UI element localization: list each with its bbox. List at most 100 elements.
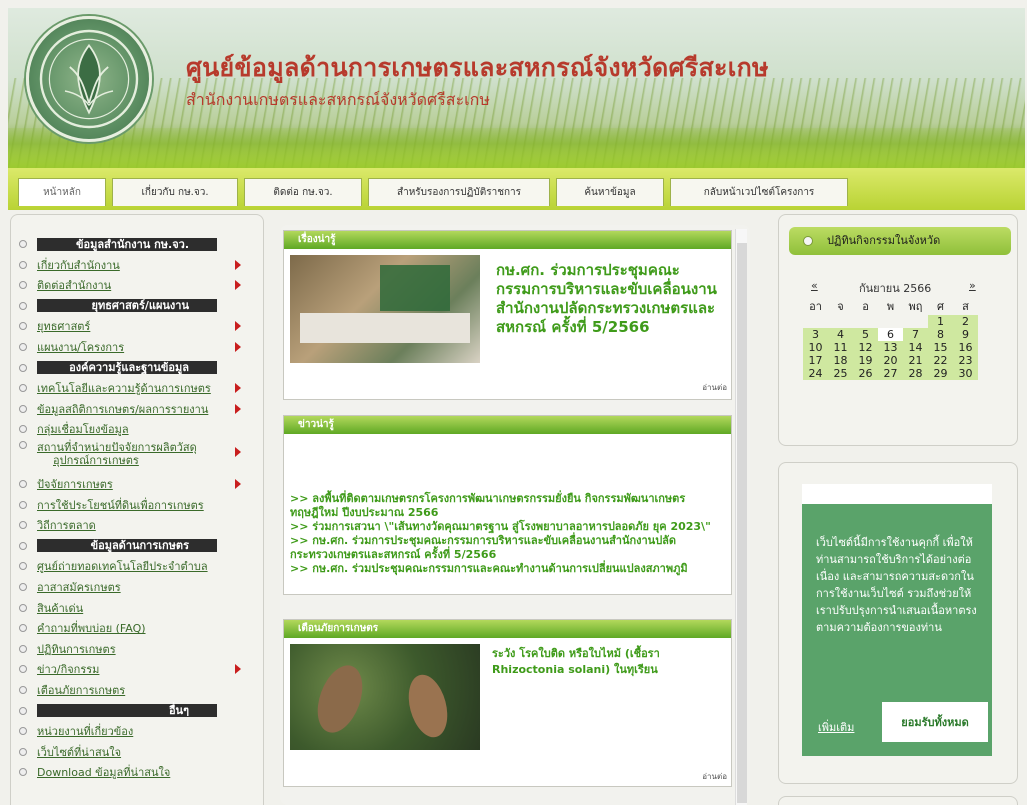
calendar-day[interactable]: 27 — [878, 367, 903, 380]
calendar-day[interactable]: 10 — [803, 341, 828, 354]
sidebar-item-label[interactable]: สถานที่จำหน่ายปัจจัยการผลิตวัสดุ — [37, 441, 197, 454]
calendar-day[interactable]: 5 — [853, 328, 878, 341]
calendar-day[interactable]: 26 — [853, 367, 878, 380]
arrow-right-icon[interactable] — [235, 403, 241, 414]
calendar-day[interactable]: 11 — [828, 341, 853, 354]
alert-readmore[interactable]: อ่านต่อ — [702, 770, 727, 783]
calendar-day[interactable]: 15 — [928, 341, 953, 354]
tab-about[interactable]: เกี่ยวกับ กษ.จว. — [112, 178, 238, 206]
sidebar-item-label[interactable]: ข้อมูลสถิติการเกษตร/ผลการรายงาน — [37, 400, 208, 418]
calendar-day[interactable]: 16 — [953, 341, 978, 354]
sidebar-item[interactable]: อาสาสมัครเกษตร — [19, 578, 259, 596]
alert-photo[interactable] — [290, 644, 480, 750]
arrow-right-icon[interactable] — [235, 342, 241, 352]
sidebar-item[interactable]: ปฏิทินการเกษตร — [19, 640, 259, 658]
hotnews-item[interactable]: >> กษ.ศก. ร่วมประชุมคณะกรรมการและคณะทำงา… — [290, 562, 688, 576]
calendar-day[interactable]: 20 — [878, 354, 903, 367]
sidebar-item-label[interactable]: ยุทธศาสตร์ — [37, 317, 90, 335]
sidebar-item[interactable]: ยุทธศาสตร์ — [19, 317, 259, 335]
sidebar-item-label[interactable]: อาสาสมัครเกษตร — [37, 578, 121, 596]
sidebar-item-label[interactable]: การใช้ประโยชน์ที่ดินเพื่อการเกษตร — [37, 496, 204, 514]
ministry-logo[interactable] — [26, 16, 152, 142]
content-scrollbar[interactable] — [735, 229, 747, 805]
arrow-right-icon[interactable] — [235, 447, 241, 457]
tab-operations[interactable]: สำหรับรองการปฏิบัติราชการ — [368, 178, 550, 206]
sidebar-item-label[interactable]: เกี่ยวกับสำนักงาน — [37, 256, 120, 274]
calendar-next-link[interactable]: » — [969, 279, 976, 292]
sidebar-item-label[interactable]: ปฏิทินการเกษตร — [37, 640, 116, 658]
sidebar-item[interactable]: วิถีการตลาด — [19, 516, 259, 534]
sidebar-item[interactable]: ข้อมูลสถิติการเกษตร/ผลการรายงาน — [19, 400, 259, 418]
sidebar-item-label[interactable]: กลุ่มเชื่อมโยงข้อมูล — [37, 420, 129, 438]
calendar-day[interactable]: 19 — [853, 354, 878, 367]
featured-readmore[interactable]: อ่านต่อ — [702, 381, 727, 394]
sidebar-item-label[interactable]: แผนงาน/โครงการ — [37, 338, 124, 356]
calendar-day[interactable]: 13 — [878, 341, 903, 354]
scrollbar-thumb[interactable] — [737, 243, 747, 803]
sidebar-item-label[interactable]: สินค้าเด่น — [37, 599, 83, 617]
sidebar-item[interactable]: เทคโนโลยีและความรู้ด้านการเกษตร — [19, 379, 259, 397]
tab-project-site[interactable]: กลับหน้าเวปไซต์โครงการ — [670, 178, 848, 206]
sidebar-item-label[interactable]: Download ข้อมูลที่น่าสนใจ — [37, 763, 170, 781]
sidebar-item-label[interactable]: เตือนภัยการเกษตร — [37, 681, 125, 699]
calendar-day[interactable]: 12 — [853, 341, 878, 354]
calendar-day[interactable]: 28 — [903, 367, 928, 380]
tab-contact[interactable]: ติดต่อ กษ.จว. — [244, 178, 362, 206]
calendar-day[interactable]: 21 — [903, 354, 928, 367]
arrow-right-icon[interactable] — [235, 479, 241, 489]
sidebar-item[interactable]: การใช้ประโยชน์ที่ดินเพื่อการเกษตร — [19, 496, 259, 514]
calendar-day[interactable]: 29 — [928, 367, 953, 380]
calendar-day[interactable]: 24 — [803, 367, 828, 380]
featured-photo[interactable] — [290, 255, 480, 363]
cookie-accept-button[interactable]: ยอมรับทั้งหมด — [882, 702, 988, 742]
calendar-day[interactable]: 3 — [803, 328, 828, 341]
sidebar-item[interactable]: ข่าว/กิจกรรม — [19, 660, 259, 678]
sidebar-item-label[interactable]: วิถีการตลาด — [37, 516, 96, 534]
calendar-day[interactable]: 4 — [828, 328, 853, 341]
calendar-day[interactable]: 8 — [928, 328, 953, 341]
hotnews-item[interactable]: >> ลงพื้นที่ติดตามเกษตรกรโครงการพัฒนาเกษ… — [290, 492, 685, 506]
sidebar-item[interactable]: แผนงาน/โครงการ — [19, 338, 259, 356]
sidebar-item-label[interactable]: ปัจจัยการเกษตร — [37, 475, 113, 493]
sidebar-item[interactable]: เกี่ยวกับสำนักงาน — [19, 256, 259, 274]
sidebar-item-label[interactable]: ข่าว/กิจกรรม — [37, 660, 99, 678]
sidebar-item[interactable]: คำถามที่พบบ่อย (FAQ) — [19, 619, 259, 637]
arrow-right-icon[interactable] — [235, 280, 241, 291]
tab-home[interactable]: หน้าหลัก — [18, 178, 106, 206]
sidebar-item[interactable]: ปัจจัยการเกษตร — [19, 475, 259, 493]
sidebar-item[interactable]: เตือนภัยการเกษตร — [19, 681, 259, 699]
calendar-day[interactable]: 17 — [803, 354, 828, 367]
cookie-more-link[interactable]: เพิ่มเติม — [818, 718, 854, 736]
calendar-day[interactable]: 22 — [928, 354, 953, 367]
hotnews-item[interactable]: ทฤษฎีใหม่ ปีงบประมาณ 2566 — [290, 506, 438, 520]
sidebar-item-label[interactable]: ติดต่อสำนักงาน — [37, 276, 111, 294]
sidebar-item-label[interactable]: ศูนย์ถ่ายทอดเทคโนโลยีประจำตำบล — [37, 557, 208, 575]
calendar-day[interactable]: 9 — [953, 328, 978, 341]
calendar-day[interactable]: 6 — [878, 328, 903, 341]
sidebar-item[interactable]: ติดต่อสำนักงาน — [19, 276, 259, 294]
sidebar-item-label-line2[interactable]: อุปกรณ์การเกษตร — [37, 454, 197, 467]
calendar-prev-link[interactable]: « — [811, 279, 818, 292]
sidebar-item[interactable]: ศูนย์ถ่ายทอดเทคโนโลยีประจำตำบล — [19, 557, 259, 575]
arrow-right-icon[interactable] — [235, 383, 241, 394]
sidebar-item[interactable]: หน่วยงานที่เกี่ยวข้อง — [19, 722, 259, 740]
calendar-day[interactable]: 18 — [828, 354, 853, 367]
calendar-day[interactable]: 23 — [953, 354, 978, 367]
sidebar-item-label[interactable]: เทคโนโลยีและความรู้ด้านการเกษตร — [37, 379, 211, 397]
calendar-day[interactable]: 25 — [828, 367, 853, 380]
sidebar-item-label[interactable]: เว็บไซต์ที่น่าสนใจ — [37, 743, 121, 761]
calendar-day[interactable]: 7 — [903, 328, 928, 341]
sidebar-item[interactable]: สถานที่จำหน่ายปัจจัยการผลิตวัสดุ อุปกรณ์ก… — [19, 441, 259, 471]
calendar-day[interactable]: 2 — [953, 315, 978, 328]
arrow-right-icon[interactable] — [235, 259, 241, 270]
hotnews-item[interactable]: กระทรวงเกษตรและสหกรณ์ ครั้งที่ 5/2566 — [290, 548, 496, 562]
sidebar-item[interactable]: เว็บไซต์ที่น่าสนใจ — [19, 743, 259, 761]
sidebar-item-label[interactable]: หน่วยงานที่เกี่ยวข้อง — [37, 722, 133, 740]
calendar-day[interactable]: 14 — [903, 341, 928, 354]
arrow-right-icon[interactable] — [235, 321, 241, 332]
tab-search[interactable]: ค้นหาข้อมูล — [556, 178, 664, 206]
sidebar-item[interactable]: สินค้าเด่น — [19, 599, 259, 617]
alert-title[interactable]: ระวัง โรคใบติด หรือใบไหม้ (เชื้อรา Rhizo… — [492, 646, 702, 678]
calendar-day[interactable]: 30 — [953, 367, 978, 380]
arrow-right-icon[interactable] — [235, 664, 241, 675]
